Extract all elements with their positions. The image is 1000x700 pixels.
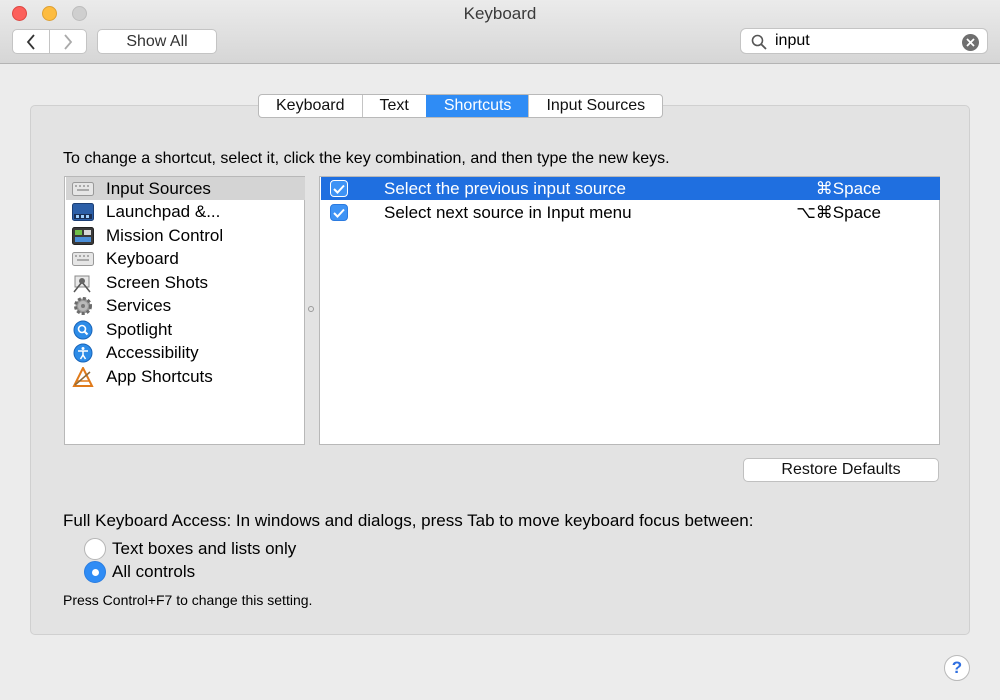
window-title: Keyboard [463,4,537,23]
keyboard-icon [72,179,94,199]
category-spotlight[interactable]: Spotlight [66,318,305,341]
shortcut-row[interactable]: Select next source in Input menu ⌥⌘Space [321,201,940,224]
tab-input-sources[interactable]: Input Sources [528,95,662,117]
category-screen-shots[interactable]: Screen Shots [66,271,305,294]
mission-control-icon [72,226,94,246]
app-shortcuts-icon [72,366,94,387]
restore-defaults-button[interactable]: Restore Defaults [743,458,939,482]
keyboard-access-note: Press Control+F7 to change this setting. [63,592,313,608]
category-mission-control[interactable]: Mission Control [66,224,305,247]
chevron-left-icon [26,33,35,50]
tab-shortcuts[interactable]: Shortcuts [425,95,529,117]
shortcut-enabled-checkbox[interactable] [330,204,348,221]
tab-bar: Keyboard Text Shortcuts Input Sources [258,94,664,118]
instructions-text: To change a shortcut, select it, click t… [63,150,670,167]
shortcut-enabled-checkbox[interactable] [330,180,348,197]
category-label: Accessibility [106,342,199,362]
category-label: Keyboard [106,248,179,268]
radio-all-controls[interactable]: All controls [84,561,195,583]
split-view-divider[interactable] [308,306,314,312]
tab-keyboard[interactable]: Keyboard [259,95,361,117]
shortcut-row[interactable]: Select the previous input source ⌘Space [321,177,940,200]
back-button[interactable] [13,30,49,53]
category-launchpad[interactable]: Launchpad &... [66,200,305,223]
checkmark-icon [333,208,345,218]
clear-search-button[interactable] [962,34,979,51]
shortcut-label: Select the previous input source [384,179,626,198]
radio-label: Text boxes and lists only [112,539,297,558]
search-icon [751,34,767,50]
search-field [740,28,988,54]
radio-text-boxes-lists[interactable]: Text boxes and lists only [84,538,296,560]
accessibility-icon [72,343,94,363]
shortcut-list[interactable]: Select the previous input source ⌘Space … [319,176,940,445]
shortcut-category-list[interactable]: Input Sources Launchpad &... Mission Con… [64,176,305,445]
category-app-shortcuts[interactable]: App Shortcuts [66,365,305,388]
tab-text[interactable]: Text [361,95,426,117]
category-keyboard[interactable]: Keyboard [66,247,305,270]
show-all-button[interactable]: Show All [97,29,217,54]
checkmark-icon [333,184,345,194]
search-input[interactable] [775,31,955,51]
navigation-buttons [12,29,87,54]
category-accessibility[interactable]: Accessibility [66,341,305,364]
category-label: Spotlight [106,319,173,339]
category-label: Input Sources [106,178,211,198]
full-keyboard-access-label: Full Keyboard Access: In windows and dia… [63,511,754,530]
category-label: Launchpad &... [106,201,221,221]
category-label: Mission Control [106,225,224,245]
launchpad-icon [72,202,94,222]
forward-button[interactable] [49,30,86,53]
category-input-sources[interactable]: Input Sources [66,177,305,200]
spotlight-icon [72,320,94,340]
keyboard-icon [72,249,94,269]
category-label: Services [106,295,172,315]
shortcut-key[interactable]: ⌘Space [816,179,881,199]
help-button[interactable]: ? [944,655,970,681]
toolbar: Keyboard Show All [0,0,1000,64]
radio-button[interactable] [84,538,106,560]
category-services[interactable]: Services [66,294,305,317]
radio-label: All controls [112,562,196,581]
gear-icon [72,296,94,316]
shortcut-key[interactable]: ⌥⌘Space [796,203,881,223]
category-label: Screen Shots [106,272,209,292]
chevron-right-icon [64,33,73,50]
radio-button[interactable] [84,561,106,583]
screenshot-icon [72,273,94,293]
shortcut-label: Select next source in Input menu [384,203,632,222]
close-icon [966,38,975,47]
category-label: App Shortcuts [106,366,213,386]
